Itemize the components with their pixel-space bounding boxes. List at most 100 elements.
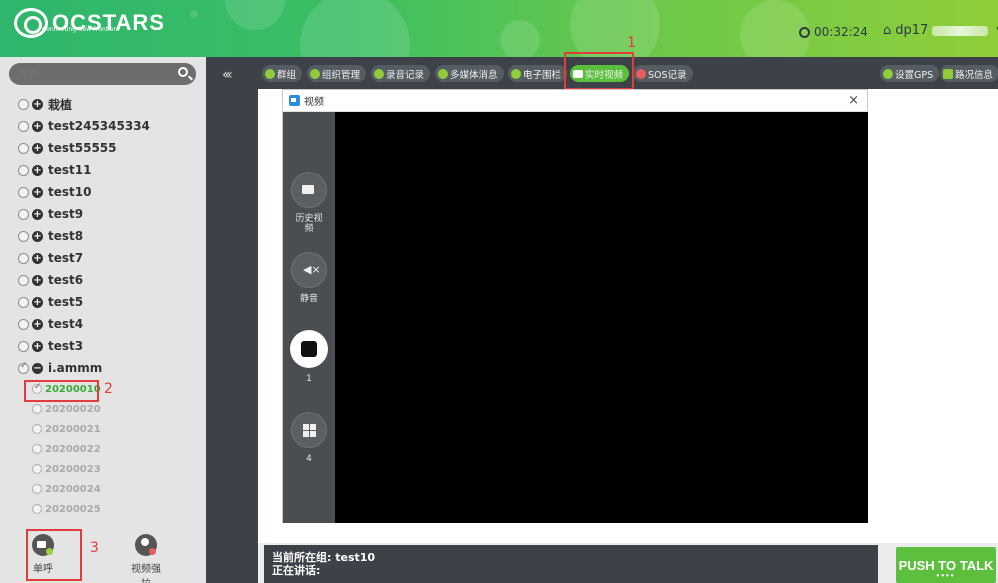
radio-button[interactable] [32,444,42,454]
user-menu[interactable]: ⌂ dp17 ▼ [883,23,998,38]
double-chevron-left-icon[interactable]: ‹‹‹ [222,67,233,83]
user-name-redacted [932,25,989,36]
search-input[interactable] [9,63,174,85]
radio-button[interactable] [18,318,29,330]
radio-button[interactable] [18,98,29,110]
radio-button[interactable] [32,504,42,514]
search-icon[interactable] [178,67,188,77]
radio-button[interactable] [18,274,29,286]
radio-button[interactable] [18,142,29,154]
close-icon[interactable]: × [848,93,859,108]
chat-icon [438,68,448,79]
user-video-icon [135,534,157,556]
member-item[interactable]: 20200023 [0,459,206,479]
stop-button[interactable]: 1 [283,330,335,384]
annotation-box-2 [24,380,99,402]
tab-label: 路况信息 [955,69,994,81]
radio-button[interactable] [32,464,42,474]
radio-button[interactable] [32,404,42,414]
group-label: test245345334 [48,119,150,133]
group-item[interactable]: + test10 [0,181,206,203]
video-display [335,112,868,523]
star-icon [511,68,521,79]
radio-button[interactable] [18,340,29,352]
expand-icon[interactable]: + [32,274,43,286]
group-label: i.ammm [48,361,103,375]
bottom-bar: 当前所在组: test10 正在讲话: PUSH TO TALK •••• [258,543,998,583]
decor-bubble [300,0,410,57]
tab-label: 设置GPS [895,69,934,81]
member-item[interactable]: 20200024 [0,479,206,499]
group-item[interactable]: + test5 [0,291,206,313]
expand-icon[interactable]: + [32,208,43,220]
member-item[interactable]: 20200021 [0,419,206,439]
expand-icon[interactable]: + [32,98,43,110]
expand-icon[interactable]: + [32,230,43,242]
group-item[interactable]: + test6 [0,269,206,291]
group-item[interactable]: + test245345334 [0,115,206,137]
user-icon: ⌂ [883,23,892,38]
member-label: 20200024 [45,483,101,495]
group-item[interactable]: + test11 [0,159,206,181]
tab-label: SOS记录 [648,69,687,81]
history-video-button[interactable]: 历史视频 [283,172,335,234]
group-tree: + 栽植 + test245345334 + test55555 + test11 + t… [0,93,206,519]
video-window-titlebar: 视频 × [283,90,867,112]
member-item[interactable]: 20200020 [0,399,206,419]
expand-icon[interactable]: + [32,164,43,176]
video-pull-button[interactable]: 视频强拉 [128,534,164,583]
tab-label: 群组 [277,69,297,81]
decor-bubble [225,0,285,30]
member-item[interactable]: 20200022 [0,439,206,459]
tab-org-management[interactable]: 组织管理 [307,65,367,82]
group-item[interactable]: + test55555 [0,137,206,159]
group-item[interactable]: + test9 [0,203,206,225]
tab-recordings[interactable]: 录音记录 [371,65,431,82]
group-item[interactable]: + test4 [0,313,206,335]
push-to-talk-button[interactable]: PUSH TO TALK •••• [896,547,996,583]
expand-icon[interactable]: + [32,340,43,352]
layout-grid-button[interactable]: 4 [283,412,335,464]
video-window-icon [289,95,300,106]
tab-label: 录音记录 [386,69,425,81]
member-item[interactable]: 20200025 [0,499,206,519]
group-item[interactable]: + 栽植 [0,93,206,115]
traffic-info-button[interactable]: 路况信息 [940,65,998,82]
expand-icon[interactable]: + [32,120,43,132]
member-label: 20200020 [45,403,101,415]
expand-icon[interactable]: + [32,186,43,198]
radio-button[interactable] [32,424,42,434]
tab-geofence[interactable]: 电子围栏 [508,65,568,82]
set-gps-button[interactable]: 设置GPS [880,65,940,82]
radio-button[interactable] [18,296,29,308]
radio-button[interactable] [32,484,42,494]
expand-icon[interactable]: + [32,296,43,308]
member-label: 20200025 [45,503,101,515]
group-item-expanded[interactable]: −i.ammm [0,357,206,379]
radio-button[interactable] [18,252,29,264]
radio-button[interactable] [18,186,29,198]
group-item[interactable]: + test7 [0,247,206,269]
tab-sos[interactable]: SOS记录 [633,65,693,82]
group-item[interactable]: + test8 [0,225,206,247]
radio-button[interactable] [18,164,29,176]
decor-bubble [500,20,540,57]
expand-icon[interactable]: + [32,252,43,264]
radio-button[interactable] [18,230,29,242]
member-label: 20200021 [45,423,101,435]
expand-icon[interactable]: + [32,142,43,154]
current-group-value: test10 [335,551,376,564]
session-clock: 00:32:24 [799,25,868,39]
tab-multimedia[interactable]: 多媒体消息 [435,65,504,82]
microphone-icon [374,68,384,79]
mute-button[interactable]: ◀× 静音 [283,252,335,304]
radio-button[interactable] [18,208,29,220]
radio-button-checked[interactable] [18,361,29,374]
tab-group[interactable]: 群组 [262,65,303,82]
group-item[interactable]: + test3 [0,335,206,357]
grid-count: 4 [306,454,312,464]
expand-icon[interactable]: + [32,318,43,330]
radio-button[interactable] [18,120,29,132]
collapse-icon[interactable]: − [32,362,43,374]
talk-status-panel: 当前所在组: test10 正在讲话: [264,545,878,583]
